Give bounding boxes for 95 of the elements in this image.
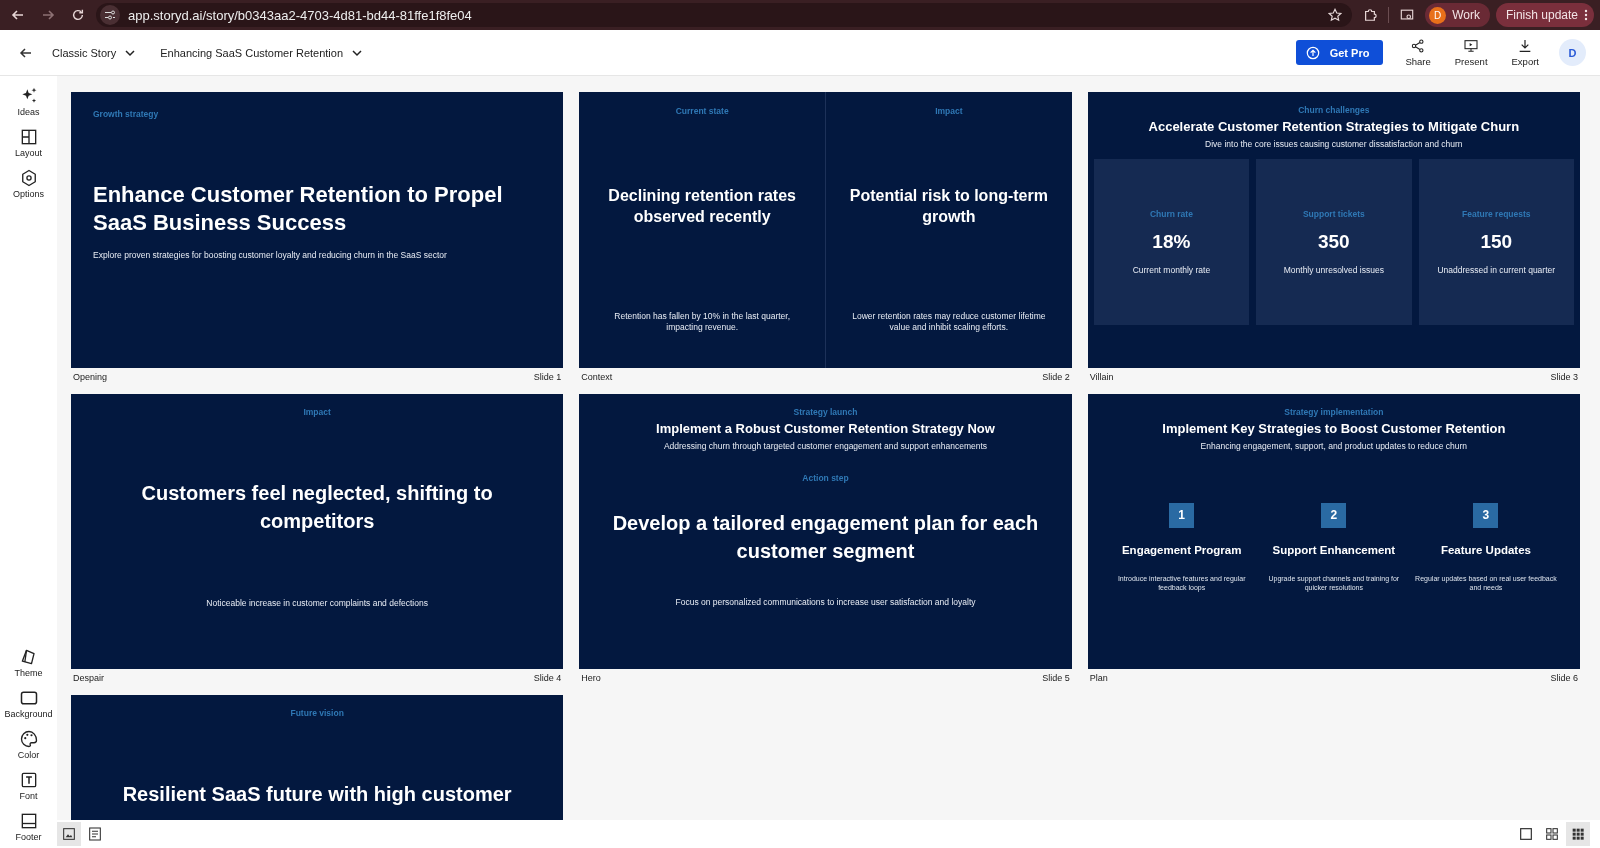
slide-eyebrow: Growth strategy xyxy=(93,109,160,119)
star-icon[interactable] xyxy=(1328,8,1343,22)
share-icon xyxy=(1410,38,1427,54)
slide-heading: Potential risk to long-term growth xyxy=(848,186,1049,227)
view-toggle[interactable] xyxy=(1566,822,1590,846)
slide[interactable]: Future vision Resilient SaaS future with high customer xyxy=(71,695,564,820)
slide-heading: Develop a tailored engagement plan for each customer segment xyxy=(611,510,1040,564)
story-dropdown[interactable]: Enhancing SaaS Customer Retention xyxy=(150,40,374,65)
slide[interactable] xyxy=(579,393,1072,670)
template-dropdown[interactable]: Classic Story xyxy=(42,40,147,65)
slide-text: Focus on personalized communications to increase user satisfaction and loyalty xyxy=(674,596,977,607)
slide-eyebrow: Future vision xyxy=(289,708,345,719)
slide[interactable]: Impact Customers feel neglected, shifting to competitors Noticeable increase in customer complaints and defections xyxy=(71,393,564,670)
stat-label: Feature requests xyxy=(1462,208,1531,219)
slide-name: Villain xyxy=(1089,371,1114,382)
site-settings-icon[interactable] xyxy=(100,5,120,25)
step-number: 3 xyxy=(1473,502,1499,528)
slide-heading: Declining retention rates observed recently xyxy=(607,186,797,227)
slide-heading: Resilient SaaS future with high customer xyxy=(121,782,513,808)
stat-value: 18% xyxy=(1152,230,1191,253)
get-pro-button[interactable]: Get Pro xyxy=(1295,40,1384,65)
slide-name: Plan xyxy=(1089,673,1108,684)
slide-heading: Enhance Customer Retention to Propel SaaS Business Success xyxy=(93,181,504,236)
stat-value: 350 xyxy=(1318,230,1350,253)
slide-subtitle: Dive into the core issues causing customer dissatisfaction and churn xyxy=(1204,139,1464,149)
document-icon xyxy=(87,826,103,842)
more-icon xyxy=(1584,9,1588,21)
monitor-icon xyxy=(1463,38,1480,54)
slide-number: Slide 3 xyxy=(1550,371,1578,382)
slide-heading: Implement a Robust Customer Retention Strategy Now xyxy=(655,420,996,436)
sidebar-item[interactable]: Options xyxy=(0,166,57,201)
upgrade-icon xyxy=(1305,45,1320,60)
user-avatar[interactable]: D xyxy=(1559,39,1586,66)
slide-text: Noticeable increase in customer complaints and defections xyxy=(205,598,429,609)
step-title: Engagement Program xyxy=(1121,543,1242,556)
profile-button[interactable]: D Work xyxy=(1425,3,1490,27)
slide-number: Slide 4 xyxy=(533,673,562,684)
step-number: 2 xyxy=(1321,502,1347,528)
stat-note: Current monthly rate xyxy=(1132,264,1211,275)
slide[interactable] xyxy=(1087,92,1580,368)
sidebar-item[interactable]: Footer xyxy=(0,809,57,844)
slide-subtitle: Explore proven strategies for boosting customer loyalty and reducing churn in the SaaS sector xyxy=(93,250,448,260)
slide-heading: Accelerate Customer Retention Strategies to Mitigate Churn xyxy=(1147,119,1521,134)
slide-name: Context xyxy=(581,371,613,382)
sidebar-item[interactable]: Color xyxy=(0,727,57,762)
slide[interactable] xyxy=(579,92,1072,368)
slide-text: Lower retention rates may reduce customer lifetime value and inhibit scaling efforts. xyxy=(851,310,1047,334)
slide-subtitle: Enhancing engagement, support, and product updates to reduce churn xyxy=(1199,440,1469,451)
square-icon xyxy=(1518,826,1534,842)
step-title: Feature Updates xyxy=(1440,543,1531,556)
sidebar-item[interactable]: Ideas xyxy=(0,84,57,119)
view-toggle[interactable] xyxy=(57,822,81,846)
stat-label: Churn rate xyxy=(1149,208,1193,219)
slide-number: Slide 1 xyxy=(533,371,562,382)
image-icon xyxy=(61,826,77,842)
sidebar-item[interactable]: Font xyxy=(0,768,57,803)
present-button[interactable]: Present xyxy=(1444,36,1498,69)
grid-icon xyxy=(1570,826,1586,842)
stat-label: Support tickets xyxy=(1302,208,1365,219)
stat-note: Monthly unresolved issues xyxy=(1283,264,1384,275)
share-button[interactable]: Share xyxy=(1395,36,1441,69)
slide-eyebrow: Impact xyxy=(302,406,332,417)
slide-number: Slide 6 xyxy=(1550,673,1578,684)
url-text: app.storyd.ai/story/b0343aa2-4703-4d81-bd44-81ffe1f8fe04 xyxy=(128,7,473,23)
sidebar-item[interactable]: Layout xyxy=(0,125,57,160)
slide-text: Retention has fallen by 10% in the last quarter, impacting revenue. xyxy=(613,310,792,334)
grid-icon xyxy=(1544,826,1560,842)
rectangle-icon xyxy=(18,688,39,708)
slide-eyebrow: Impact xyxy=(934,106,964,116)
step-number: 1 xyxy=(1169,502,1195,528)
palette-icon xyxy=(18,729,39,749)
slide-eyebrow: Strategy launch xyxy=(792,406,859,417)
step-title: Support Enhancement xyxy=(1272,543,1396,556)
sidebar-item[interactable]: Theme xyxy=(0,645,57,680)
slide-eyebrow: Action step xyxy=(801,472,850,483)
slide-name: Opening xyxy=(73,371,108,382)
slide-eyebrow: Strategy implementation xyxy=(1283,406,1385,417)
slide[interactable]: Growth strategy Enhance Customer Retention to Propel SaaS Business Success Explore proven strategies for boosting customer loyalty and reducing churn in the SaaS sector xyxy=(71,92,564,368)
update-button[interactable]: Finish update xyxy=(1495,3,1594,27)
slide-heading: Implement Key Strategies to Boost Customer Retention xyxy=(1161,420,1507,436)
slide-number: Slide 2 xyxy=(1042,371,1070,382)
export-button[interactable]: Export xyxy=(1501,36,1549,69)
reload-icon xyxy=(71,8,85,22)
sidebar-item[interactable]: Background xyxy=(0,686,57,721)
stat-value: 150 xyxy=(1480,230,1513,253)
slide[interactable] xyxy=(1087,393,1580,670)
stat-note: Unaddressed in current quarter xyxy=(1437,264,1556,275)
slide-number: Slide 5 xyxy=(1042,673,1070,684)
address-bar[interactable]: app.storyd.ai/story/b0343aa2-4703-4d81-bd44-81ffe1f8fe04 xyxy=(96,3,1353,27)
slide-subtitle: Addressing churn through targeted customer engagement and support enhancements xyxy=(662,440,989,451)
slide-name: Hero xyxy=(581,673,601,684)
slide-eyebrow: Churn challenges xyxy=(1297,105,1371,115)
slide-heading: Customers feel neglected, shifting to competitors xyxy=(140,480,494,534)
slide-eyebrow: Current state xyxy=(674,106,730,116)
slide-name: Despair xyxy=(73,673,104,684)
